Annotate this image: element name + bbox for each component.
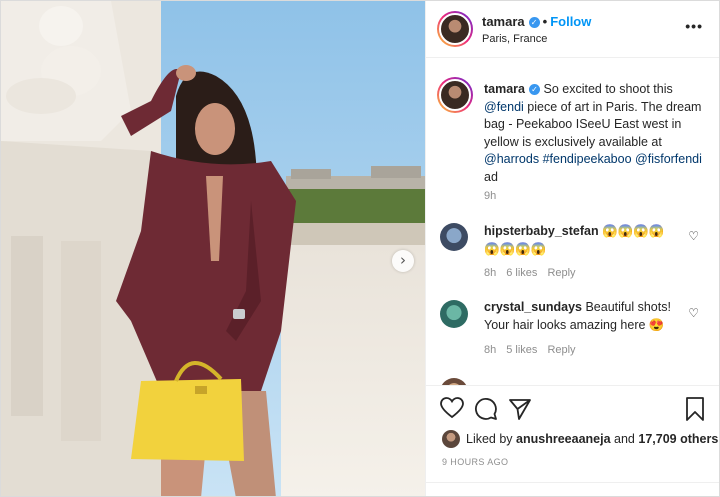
reply-button[interactable]: Reply [547,344,575,356]
hashtag-fendipeekaboo[interactable]: #fendipeekaboo [543,152,632,166]
separator-dot: • [542,14,548,29]
comment-icon[interactable] [474,397,498,426]
comment-avatar[interactable] [440,378,468,385]
caption-username[interactable]: tamara [484,82,525,96]
liked-by-prefix: Liked by [466,432,513,446]
mention-fisforfendi[interactable]: @fisforfendi [635,152,702,166]
verified-icon: ✓ [529,84,540,95]
likes-count[interactable]: 17,709 others [638,432,718,446]
like-comment-heart-icon[interactable]: ♡ [688,306,699,320]
post-header: tamara ✓ • Follow Paris, France ••• [426,1,719,58]
post-timestamp[interactable]: 9 HOURS AGO [442,457,508,467]
header-username[interactable]: tamara [482,14,525,29]
like-comment-heart-icon[interactable]: ♡ [688,229,699,243]
comment-username[interactable]: hipsterbaby_stefan [484,224,599,238]
comment-username[interactable]: crystal_sundays [484,300,582,314]
bookmark-icon[interactable] [684,397,706,426]
liked-by-and: and [614,432,635,446]
liked-by-user[interactable]: anushreeaaneja [516,432,611,446]
heart-icon[interactable] [440,397,464,424]
next-arrow-icon: › [400,251,406,269]
liked-by-avatar[interactable] [442,430,460,448]
caption-text-1: So excited to shoot this [543,82,673,96]
reply-button[interactable]: Reply [547,267,575,279]
add-comment-area[interactable] [426,482,719,496]
instagram-post: › tamara ✓ • Follow Paris, France ••• tamar… [0,0,720,497]
share-icon[interactable] [508,397,532,426]
comment-likes[interactable]: 6 likes [506,267,537,279]
post-side-pane: tamara ✓ • Follow Paris, France ••• tamara ✓… [425,1,719,496]
post-photo[interactable]: › [1,1,425,496]
comment-meta: 8h 6 likes Reply [484,267,576,279]
comment-time[interactable]: 8h [484,267,496,279]
caption-text-3: ad [484,169,498,184]
avatar[interactable] [437,11,473,47]
caption-text: tamara ✓ So excited to shoot this @fendi … [484,81,709,186]
more-icon[interactable]: ••• [685,18,703,34]
mention-harrods[interactable]: @harrods [484,152,539,166]
comment-time[interactable]: 8h [484,344,496,356]
comment-text: crystal_sundays Beautiful shots! Your ha… [484,299,674,334]
comment-meta: 8h 5 likes Reply [484,344,576,356]
location-link[interactable]: Paris, France [482,33,547,45]
next-photo-button[interactable]: › [392,250,414,272]
comments-list[interactable]: tamara ✓ So excited to shoot this @fendi … [426,57,719,385]
post-actions: Liked by anushreeaaneja and 17,709 other… [426,385,719,496]
comment-avatar[interactable] [440,223,468,251]
comment-text: hipsterbaby_stefan 😱😱😱😱😱😱😱😱 [484,223,674,258]
photo-illustration [1,1,425,496]
liked-by: Liked by anushreeaaneja and 17,709 other… [442,430,718,448]
verified-icon: ✓ [528,17,540,28]
comment-likes[interactable]: 5 likes [506,344,537,356]
caption-time[interactable]: 9h [484,190,496,202]
header-username-row: tamara ✓ • Follow [482,14,591,29]
follow-button[interactable]: Follow [550,14,591,29]
caption-avatar[interactable] [437,77,473,113]
mention-fendi[interactable]: @fendi [484,100,524,114]
comment-avatar[interactable] [440,300,468,328]
